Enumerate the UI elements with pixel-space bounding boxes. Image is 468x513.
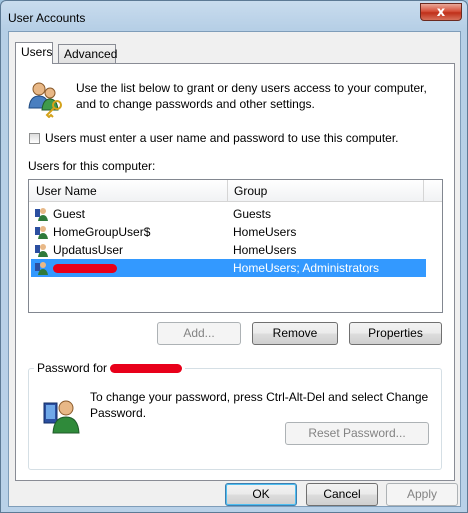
users-list-label: Users for this computer: <box>28 159 156 173</box>
column-divider[interactable] <box>423 180 424 201</box>
require-password-checkbox[interactable] <box>29 132 40 144</box>
password-group: Password for To change your password, pr… <box>28 361 442 470</box>
user-icon <box>35 244 48 257</box>
properties-button[interactable]: Properties <box>349 322 442 345</box>
ok-button[interactable]: OK <box>225 483 297 506</box>
user-icon <box>35 226 48 239</box>
apply-button[interactable]: Apply <box>386 483 458 506</box>
require-password-label[interactable]: Users must enter a user name and passwor… <box>45 131 399 145</box>
user-group: HomeUsers; Administrators <box>233 261 380 275</box>
users-list[interactable]: User Name Group Guest Guests HomeGroupUs… <box>28 179 443 313</box>
user-accounts-window: User Accounts x Users Advanced Use the l… <box>0 0 468 513</box>
window-title: User Accounts <box>8 11 86 25</box>
user-group: HomeUsers <box>233 225 297 239</box>
user-group: Guests <box>233 207 272 221</box>
username: HomeGroupUser$ <box>53 225 151 239</box>
close-icon: x <box>436 4 446 20</box>
user-group: HomeUsers <box>233 243 297 257</box>
tab-users[interactable]: Users <box>15 42 53 64</box>
tab-advanced-label: Advanced <box>64 47 118 61</box>
list-item[interactable]: UpdatusUser HomeUsers <box>31 241 426 259</box>
list-item-selected[interactable]: HomeUsers; Administrators <box>31 259 426 277</box>
reset-password-button[interactable]: Reset Password... <box>285 422 429 445</box>
cancel-button[interactable]: Cancel <box>306 483 378 506</box>
remove-button[interactable]: Remove <box>252 322 338 345</box>
user-account-icon <box>43 400 80 434</box>
user-icon <box>35 262 48 275</box>
require-password-row[interactable]: Users must enter a user name and passwor… <box>29 131 399 145</box>
username: Guest <box>53 207 86 221</box>
tab-advanced[interactable]: Advanced <box>58 44 118 63</box>
column-divider[interactable] <box>227 180 228 201</box>
redacted-username <box>110 363 183 373</box>
users-list-header: User Name Group <box>29 180 442 202</box>
tab-users-label: Users <box>21 45 53 59</box>
list-item[interactable]: Guest Guests <box>31 205 426 223</box>
dialog-body: Users Advanced Use the list below to gra… <box>8 31 461 507</box>
users-keys-icon <box>28 82 62 118</box>
title-bar[interactable]: User Accounts x <box>1 1 467 31</box>
password-group-title: Password for <box>34 361 186 375</box>
username: UpdatusUser <box>53 243 124 257</box>
redacted-username <box>53 264 117 273</box>
users-tab-panel: Use the list below to grant or deny user… <box>15 63 455 481</box>
list-item[interactable]: HomeGroupUser$ HomeUsers <box>31 223 426 241</box>
intro-description: Use the list below to grant or deny user… <box>76 81 427 111</box>
password-for-label: Password for <box>37 361 108 375</box>
column-header-username[interactable]: User Name <box>36 184 97 198</box>
add-button[interactable]: Add... <box>157 322 241 345</box>
user-icon <box>35 208 48 221</box>
close-button[interactable]: x <box>420 3 462 21</box>
password-instructions: To change your password, press Ctrl-Alt-… <box>90 390 429 420</box>
column-header-group[interactable]: Group <box>234 184 267 198</box>
